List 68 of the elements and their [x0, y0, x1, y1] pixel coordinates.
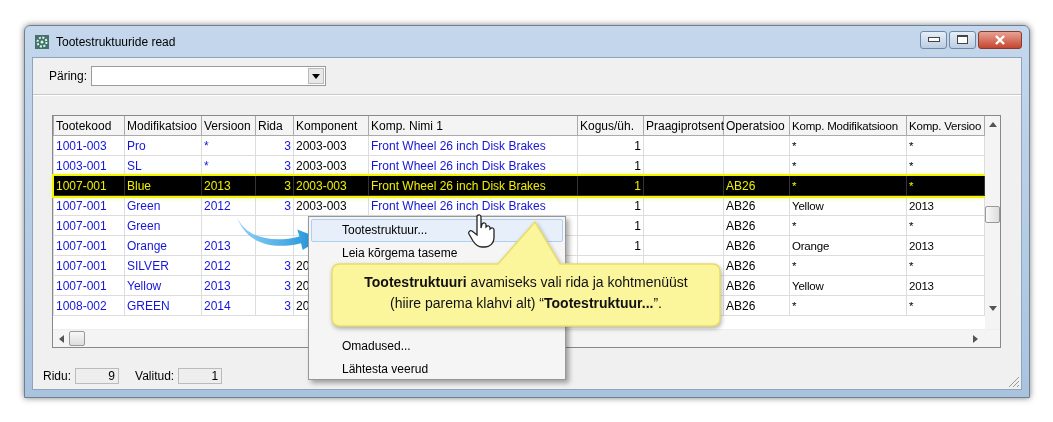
table-cell: Front Wheel 26 inch Disk Brakes [368, 135, 578, 156]
rows-label: Ridu: [43, 369, 71, 383]
table-cell: 1007-001 [53, 235, 125, 256]
table-cell: 1007-001 [53, 215, 125, 236]
table-cell: Front Wheel 26 inch Disk Brakes [368, 175, 578, 196]
table-cell: * [906, 295, 985, 316]
rows-count: 9 [75, 368, 119, 384]
table-cell: * [789, 175, 907, 196]
table-cell: AB26 [723, 175, 790, 196]
table-cell: Pro [124, 135, 202, 156]
table-cell: 1 [577, 175, 644, 196]
table-cell: 3 [255, 275, 294, 296]
table-cell: * [789, 255, 907, 276]
table-cell: Orange [124, 235, 202, 256]
table-cell: Orange [789, 235, 907, 256]
table-cell: Yellow [789, 275, 907, 296]
table-cell: * [201, 135, 256, 156]
table-cell: Green [124, 195, 202, 216]
table-cell: 1 [577, 195, 644, 216]
table-cell: 3 [255, 255, 294, 276]
table-cell: * [906, 215, 985, 236]
table-cell: 2013 [201, 275, 256, 296]
table-cell: 2013 [201, 175, 256, 196]
table-cell: 2003-003 [293, 175, 369, 196]
table-cell: AB26 [723, 295, 790, 316]
table-cell: 1007-001 [53, 275, 125, 296]
table-cell: 1 [577, 235, 644, 256]
table-cell: AB26 [723, 195, 790, 216]
table-cell: 2014 [201, 295, 256, 316]
table-cell: Yellow [124, 275, 202, 296]
table-cell: Front Wheel 26 inch Disk Brakes [368, 195, 578, 216]
table-cell: 2013 [906, 275, 985, 296]
table-cell: 2013 [906, 195, 985, 216]
table-cell: 1007-001 [53, 255, 125, 276]
table-cell: AB26 [723, 235, 790, 256]
window-title: Tootestruktuuride read [56, 34, 176, 49]
table-cell: GREEN [124, 295, 202, 316]
table-cell: AB26 [723, 275, 790, 296]
selected-count: 1 [178, 368, 223, 384]
table-cell: 2003-003 [293, 195, 369, 216]
table-cell: * [789, 295, 907, 316]
table-cell: 1001-003 [53, 135, 125, 156]
table-cell: 1 [577, 135, 644, 156]
table-cell: * [789, 135, 907, 156]
table-cell: * [789, 215, 907, 236]
table-cell: AB26 [723, 255, 790, 276]
table-cell: 2013 [906, 235, 985, 256]
table-cell: 1 [577, 215, 644, 236]
table-cell: Yellow [789, 195, 907, 216]
table-cell: * [906, 255, 985, 276]
table-cell: 2012 [201, 195, 256, 216]
selected-label: Valitud: [135, 369, 175, 383]
table-cell: 1007-001 [53, 195, 125, 216]
query-label: Päring: [49, 69, 88, 83]
table-cell: 2003-003 [293, 135, 369, 156]
table-cell: 3 [255, 195, 294, 216]
table-cell: AB26 [723, 215, 790, 236]
table-cell: Green [124, 215, 202, 236]
table-cell: 2012 [201, 255, 256, 276]
table-cell: SILVER [124, 255, 202, 276]
table-cell: Blue [124, 175, 202, 196]
table-cell: 1007-001 [53, 175, 125, 196]
table-cell: * [906, 135, 985, 156]
table-cell: 1008-002 [53, 295, 125, 316]
table-cell: 3 [255, 135, 294, 156]
table-cell: 3 [255, 175, 294, 196]
table-cell: * [906, 175, 985, 196]
table-cell: 3 [255, 295, 294, 316]
